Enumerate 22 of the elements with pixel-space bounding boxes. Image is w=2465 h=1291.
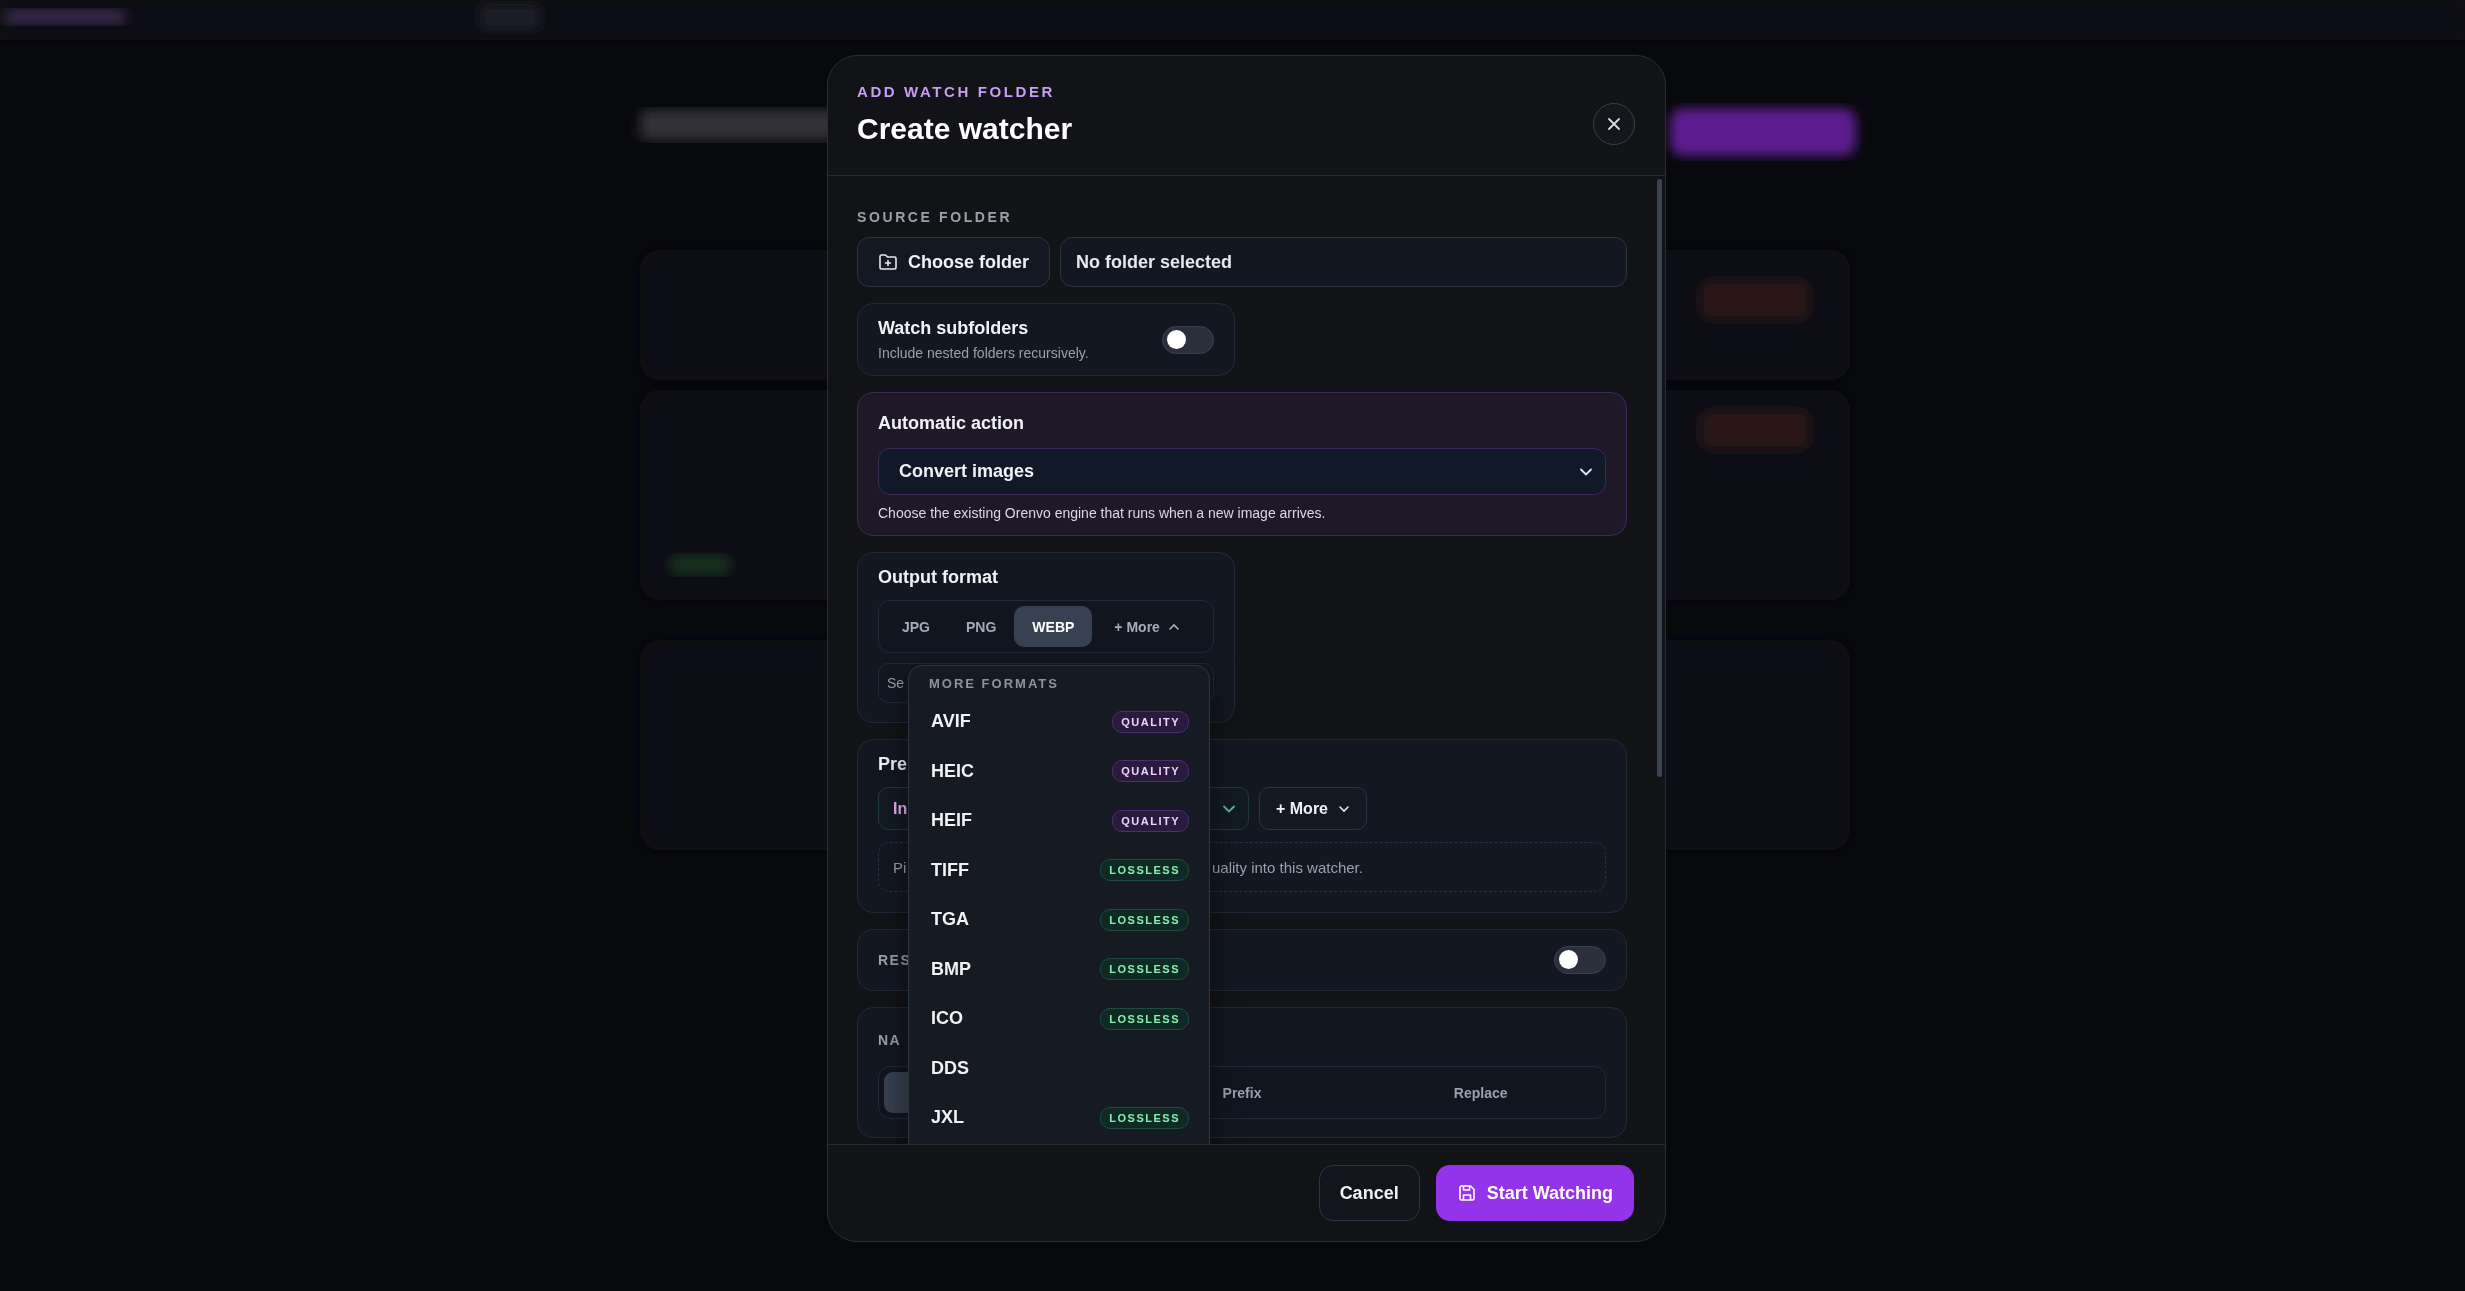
section-heading: SOURCE FOLDER	[857, 209, 1014, 225]
format-badge: LOSSLESS	[1100, 908, 1189, 931]
dialog-title: Create watcher	[857, 112, 1073, 146]
note-text: Pi	[893, 858, 907, 876]
dialog-eyebrow: ADD WATCH FOLDER	[857, 83, 1056, 100]
help-text: Choose the existing Orenvo engine that runs when a new image arrives.	[878, 505, 1327, 521]
card-label: RES	[878, 952, 912, 968]
menu-heading: MORE FORMATS	[929, 676, 1060, 691]
format-badge: QUALITY	[1112, 809, 1189, 832]
card-label: Automatic action	[878, 413, 1024, 434]
option-hint: Include nested folders recursively.	[878, 345, 1089, 361]
format-badge: QUALITY	[1112, 710, 1189, 733]
format-badge: LOSSLESS	[1100, 859, 1189, 882]
option-label: Watch subfolders	[878, 318, 1029, 339]
format-badge: LOSSLESS	[1100, 1106, 1189, 1129]
card-label: NA	[878, 1032, 902, 1048]
card-label: Pre	[878, 754, 908, 775]
format-badge: LOSSLESS	[1100, 958, 1189, 981]
card-label: Output format	[878, 567, 998, 588]
format-badge: QUALITY	[1112, 760, 1189, 783]
note-text: uality into this watcher.	[1212, 858, 1363, 876]
format-badge: LOSSLESS	[1100, 1007, 1189, 1030]
